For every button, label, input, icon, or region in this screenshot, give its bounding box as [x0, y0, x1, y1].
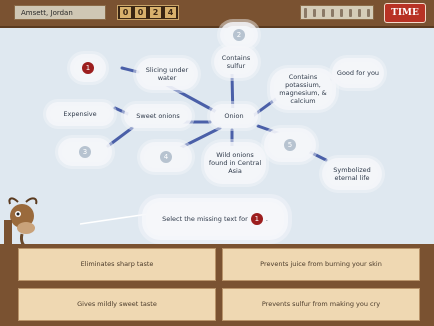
blank-node-2[interactable]: 2 [224, 26, 254, 44]
link-line [106, 126, 134, 148]
blank-node-4[interactable]: 4 [144, 146, 188, 168]
node-sweet-onions[interactable]: Sweet onions [128, 108, 188, 124]
meter-tick [349, 8, 352, 17]
goat-mascot-icon [4, 197, 38, 250]
prompt-end: . [265, 215, 268, 223]
meter-tick [304, 7, 307, 18]
answer-button-2[interactable]: Prevents juice from burning your skin [222, 248, 420, 281]
node-good-for-you[interactable]: Good for you [336, 62, 380, 84]
top-bar: Amsett, Jordan 0 0 2 4 TIME [0, 0, 434, 28]
link-line [113, 106, 130, 116]
score-counter: 0 0 2 4 [117, 5, 179, 20]
meter-tick [313, 8, 316, 17]
blank-node-1[interactable]: 1 [74, 58, 102, 78]
prompt-bubble: Select the missing text for 1 . [146, 202, 284, 236]
prompt-text: Select the missing text for [162, 215, 248, 223]
score-digit: 0 [135, 7, 146, 18]
prompt-pointer [80, 213, 149, 225]
node-onion-center[interactable]: Onion [214, 108, 254, 124]
meter-tick [322, 8, 325, 17]
node-symbolized[interactable]: Symbolized eternal life [326, 162, 378, 186]
blank-number-1: 1 [82, 62, 94, 74]
time-button[interactable]: TIME [384, 3, 426, 23]
player-name: Amsett, Jordan [14, 5, 106, 20]
prompt-number: 1 [250, 213, 263, 225]
score-digit: 2 [150, 7, 161, 18]
meter-tick [331, 8, 334, 17]
blank-node-5[interactable]: 5 [268, 132, 312, 158]
answer-button-4[interactable]: Prevents sulfur from making you cry [222, 288, 420, 321]
answer-button-1[interactable]: Eliminates sharp taste [18, 248, 216, 281]
node-slicing[interactable]: Slicing under water [140, 62, 194, 86]
node-expensive[interactable]: Expensive [50, 106, 110, 122]
blank-number-2: 2 [233, 29, 245, 41]
blank-number-5: 5 [284, 139, 296, 151]
blank-number-3: 3 [79, 146, 91, 158]
meter-tick [340, 8, 343, 17]
meter-tick [358, 8, 361, 17]
answer-button-3[interactable]: Gives mildly sweet taste [18, 288, 216, 321]
game-frame: Amsett, Jordan 0 0 2 4 TIME 1 Slicing un… [0, 0, 434, 326]
link-line [120, 66, 140, 74]
answer-panel: Eliminates sharp taste Prevents juice fr… [0, 244, 434, 326]
node-wild-onions[interactable]: Wild onions found in Central Asia [208, 146, 262, 180]
score-digit: 4 [165, 7, 176, 18]
node-contains-potassium[interactable]: Contains potassium, magnesium, & calcium [274, 72, 332, 106]
meter-tick [367, 8, 370, 17]
score-digit: 0 [120, 7, 131, 18]
link-line [308, 150, 328, 162]
blank-node-3[interactable]: 3 [62, 142, 108, 162]
node-contains-sulfur[interactable]: Contains sulfur [218, 50, 254, 74]
progress-meter [300, 5, 374, 20]
blank-number-4: 4 [160, 151, 172, 163]
